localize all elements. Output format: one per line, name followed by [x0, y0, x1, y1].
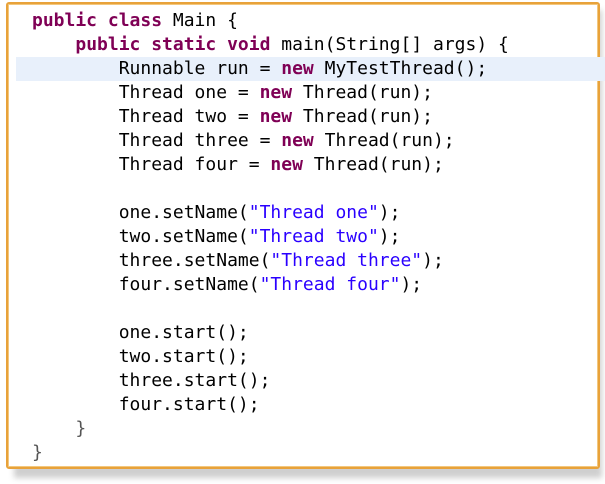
code-line: one.start();: [32, 321, 598, 345]
code-text: Thread(run);: [302, 154, 444, 175]
code-text: Main {: [162, 10, 238, 31]
code-text: }: [32, 418, 87, 439]
code-line: public class Main {: [32, 9, 598, 33]
code-text: }: [32, 442, 43, 463]
code-line: three.start();: [32, 369, 598, 393]
code-string: "Thread three": [270, 250, 423, 271]
code-line: public static void main(String[] args) {: [32, 33, 598, 57]
code-line: Thread two = new Thread(run);: [32, 105, 598, 129]
code-text: four.start();: [32, 394, 260, 415]
code-keyword: public class: [32, 10, 163, 31]
code-line: four.start();: [32, 393, 598, 417]
code-editor-frame: public class Main { public static void m…: [6, 2, 605, 469]
code-text: MyTestThread();: [313, 58, 488, 79]
code-string: "Thread one": [248, 202, 379, 223]
code-text: Thread(run);: [313, 130, 455, 151]
code-string: "Thread two": [248, 226, 379, 247]
code-text: );: [422, 250, 444, 271]
code-text: one.start();: [32, 322, 249, 343]
code-line: one.setName("Thread one");: [32, 201, 598, 225]
code-string: "Thread four": [259, 274, 401, 295]
code-text: Thread two =: [32, 106, 260, 127]
code-text: );: [400, 274, 423, 295]
code-keyword: new: [259, 106, 293, 127]
code-line: two.setName("Thread two");: [32, 225, 598, 249]
code-keyword: new: [270, 154, 303, 175]
code-editor[interactable]: public class Main { public static void m…: [16, 9, 605, 465]
code-text: Thread one =: [32, 82, 260, 103]
code-text: two.setName(: [32, 226, 249, 247]
code-text: main(String[] args) {: [270, 34, 509, 55]
code-text: Thread four =: [32, 154, 271, 175]
code-line: }: [32, 441, 598, 465]
code-text: Thread(run);: [292, 82, 433, 103]
code-line: three.setName("Thread three");: [32, 249, 598, 273]
code-text: Runnable run =: [32, 58, 282, 79]
code-line: Thread three = new Thread(run);: [32, 129, 598, 153]
code-line: Thread four = new Thread(run);: [32, 153, 598, 177]
code-keyword: new: [281, 130, 314, 151]
code-text: three.start();: [32, 370, 271, 391]
code-keyword: public static void: [75, 34, 271, 55]
code-line: two.start();: [32, 345, 598, 369]
code-line: Thread one = new Thread(run);: [32, 81, 598, 105]
code-text: Thread(run);: [292, 106, 433, 127]
code-text: Thread three =: [32, 130, 282, 151]
code-line: }: [32, 417, 598, 441]
code-keyword: new: [281, 58, 314, 79]
code-text: one.setName(: [32, 202, 249, 223]
code-keyword: new: [259, 82, 293, 103]
code-text: four.setName(: [32, 274, 260, 295]
code-text: three.setName(: [32, 250, 271, 271]
code-line: four.setName("Thread four");: [32, 273, 598, 297]
code-text: );: [378, 226, 401, 247]
code-text: );: [378, 202, 401, 223]
code-line: Runnable run = new MyTestThread();: [16, 57, 605, 81]
code-text: two.start();: [32, 346, 249, 367]
